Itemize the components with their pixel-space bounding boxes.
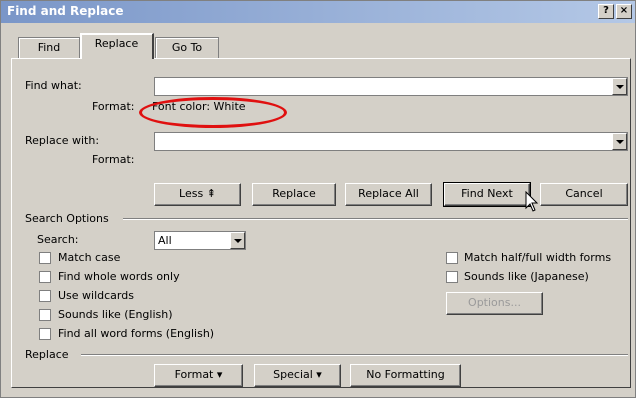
cancel-button[interactable]: Cancel <box>540 183 628 206</box>
half-full-width-checkbox[interactable] <box>446 252 458 264</box>
replace-button[interactable]: Replace <box>252 183 336 206</box>
replace-section-heading: Replace <box>25 348 69 361</box>
help-button[interactable]: ? <box>598 4 614 19</box>
find-what-dropdown-icon[interactable] <box>612 78 627 95</box>
replace-format-label: Format: <box>92 153 135 166</box>
replace-with-label: Replace with: <box>25 134 100 147</box>
wildcards-checkbox[interactable] <box>39 290 51 302</box>
find-what-label: Find what: <box>25 79 82 92</box>
find-replace-dialog: Find and Replace ? × Find Replace Go To … <box>0 0 636 398</box>
find-what-combo[interactable] <box>154 77 628 96</box>
less-button[interactable]: Less ⇞ <box>154 183 241 206</box>
whole-words-checkbox[interactable] <box>39 271 51 283</box>
sounds-like-english-checkbox[interactable] <box>39 309 51 321</box>
sounds-like-english-label: Sounds like (English) <box>58 308 173 321</box>
tab-find[interactable]: Find <box>18 37 80 59</box>
window-title: Find and Replace <box>7 4 124 18</box>
search-direction-value: All <box>158 234 172 247</box>
find-next-button[interactable]: Find Next <box>443 182 531 207</box>
title-bar[interactable]: Find and Replace ? × <box>1 1 635 23</box>
options-button[interactable]: Options... <box>446 292 543 315</box>
search-direction-select[interactable]: All <box>154 231 246 250</box>
search-label: Search: <box>37 233 79 246</box>
search-options-heading: Search Options <box>25 212 109 225</box>
search-options-divider <box>123 218 628 220</box>
word-forms-label: Find all word forms (English) <box>58 327 215 340</box>
match-case-checkbox[interactable] <box>39 252 51 264</box>
replace-section-divider <box>81 354 628 356</box>
no-formatting-button[interactable]: No Formatting <box>350 364 461 387</box>
close-button[interactable]: × <box>616 4 632 19</box>
sounds-like-japanese-label: Sounds like (Japanese) <box>464 270 589 283</box>
sounds-like-japanese-checkbox[interactable] <box>446 271 458 283</box>
search-direction-dropdown-icon[interactable] <box>230 232 245 249</box>
replace-all-button[interactable]: Replace All <box>345 183 432 206</box>
format-menu-button[interactable]: Format ▾ <box>154 364 243 387</box>
mouse-pointer-icon <box>525 191 539 212</box>
tab-replace[interactable]: Replace <box>80 33 154 59</box>
replace-with-combo[interactable] <box>154 132 628 151</box>
word-forms-checkbox[interactable] <box>39 328 51 340</box>
wildcards-label: Use wildcards <box>58 289 134 302</box>
half-full-width-label: Match half/full width forms <box>464 251 612 264</box>
tab-goto[interactable]: Go To <box>155 37 219 59</box>
replace-with-dropdown-icon[interactable] <box>612 133 627 150</box>
whole-words-label: Find whole words only <box>58 270 180 283</box>
special-menu-button[interactable]: Special ▾ <box>254 364 341 387</box>
find-format-label: Format: <box>92 100 135 113</box>
highlight-oval <box>139 97 287 128</box>
match-case-label: Match case <box>58 251 121 264</box>
